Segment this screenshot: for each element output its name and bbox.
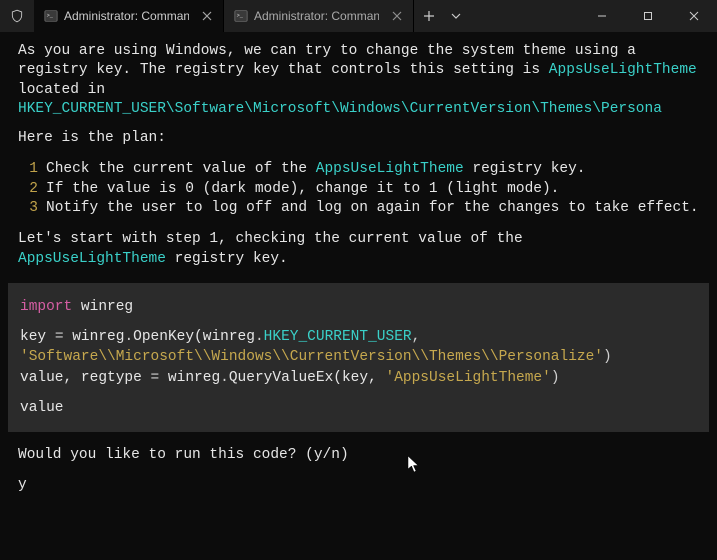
minimize-button[interactable] <box>579 0 625 32</box>
cmd-icon: >_ <box>234 9 248 23</box>
assistant-text-2: Let's start with step 1, checking the cu… <box>18 230 699 269</box>
terminal-window: >_ Administrator: Command Pro >_ Adminis… <box>0 0 717 560</box>
tab-strip: >_ Administrator: Command Pro >_ Adminis… <box>34 0 579 32</box>
text: located in <box>18 82 105 98</box>
list-item: 1 Check the current value of the AppsUse… <box>18 160 699 179</box>
app-shield-icon <box>0 0 34 32</box>
assistant-text: As you are using Windows, we can try to … <box>18 42 699 119</box>
svg-text:>_: >_ <box>237 13 244 19</box>
tab-2-close[interactable] <box>389 8 405 24</box>
list-number: 3 <box>18 199 46 218</box>
list-number: 1 <box>18 160 46 179</box>
code-block: import winreg key = winreg.OpenKey(winre… <box>8 283 709 432</box>
tab-2-title: Administrator: Command Pron <box>254 9 379 23</box>
run-prompt: Would you like to run this code? (y/n) <box>18 446 699 465</box>
text: As you are using Windows, we can try to … <box>18 43 636 78</box>
titlebar: >_ Administrator: Command Pro >_ Adminis… <box>0 0 717 32</box>
list-item: 2 If the value is 0 (dark mode), change … <box>18 180 699 199</box>
list-number: 2 <box>18 180 46 199</box>
tab-1[interactable]: >_ Administrator: Command Pro <box>34 0 224 32</box>
close-button[interactable] <box>671 0 717 32</box>
plan-list: 1 Check the current value of the AppsUse… <box>18 160 699 218</box>
new-tab-button[interactable] <box>414 0 444 32</box>
tab-dropdown[interactable] <box>444 0 468 32</box>
terminal-content[interactable]: As you are using Windows, we can try to … <box>0 32 717 560</box>
svg-text:>_: >_ <box>47 13 54 19</box>
user-input: y <box>18 476 699 495</box>
tab-1-close[interactable] <box>199 8 215 24</box>
cmd-icon: >_ <box>44 9 58 23</box>
registry-path: HKEY_CURRENT_USER\Software\Microsoft\Win… <box>18 101 662 117</box>
window-controls <box>579 0 717 32</box>
tab-1-title: Administrator: Command Pro <box>64 9 189 23</box>
maximize-button[interactable] <box>625 0 671 32</box>
tab-2[interactable]: >_ Administrator: Command Pron <box>224 0 414 32</box>
list-item: 3 Notify the user to log off and log on … <box>18 199 699 218</box>
plan-intro: Here is the plan: <box>18 129 699 148</box>
registry-key-name: AppsUseLightTheme <box>549 62 697 78</box>
